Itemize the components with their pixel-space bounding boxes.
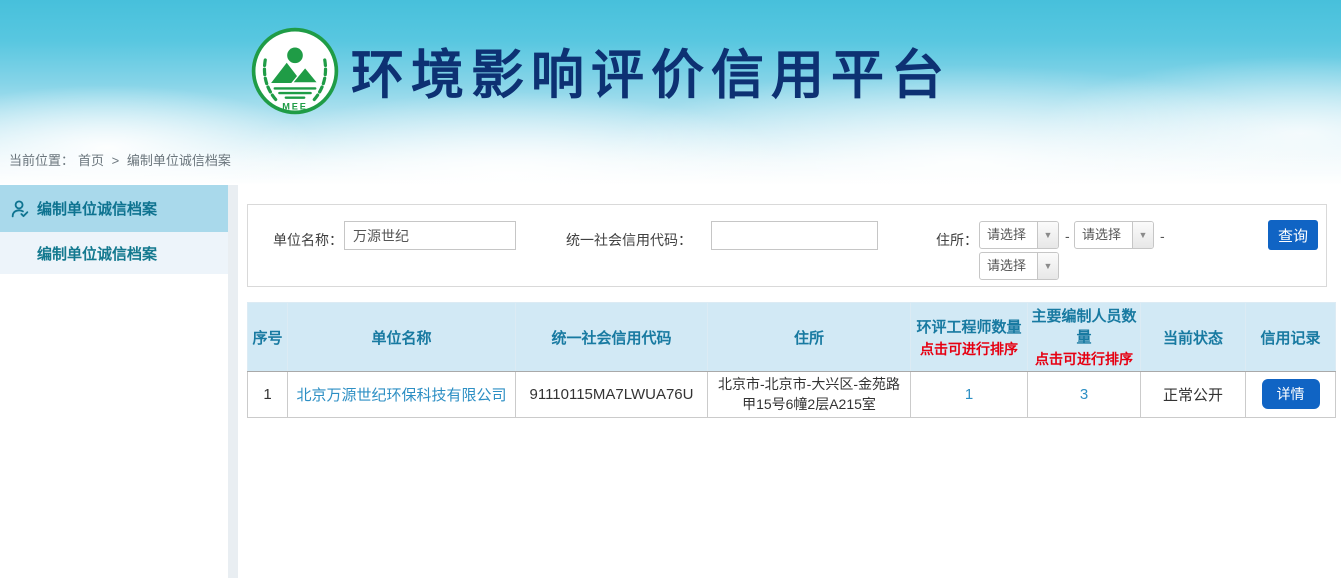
logo-text: MEE <box>282 102 307 112</box>
breadcrumb-prefix: 当前位置： <box>9 153 74 168</box>
breadcrumb-current: 编制单位诚信档案 <box>127 153 231 168</box>
company-name-link[interactable]: 北京万源世纪环保科技有限公司 <box>296 387 506 404</box>
chevron-down-icon[interactable]: ▼ <box>1132 222 1153 248</box>
sidebar-item-label: 编制单位诚信档案 <box>37 198 157 219</box>
col-header-address: 住所 <box>708 303 911 372</box>
chevron-down-icon[interactable]: ▼ <box>1037 222 1058 248</box>
col-header-staff-count[interactable]: 主要编制人员数量 点击可进行排序 <box>1028 303 1141 372</box>
mee-logo: MEE <box>249 25 341 117</box>
city-select-value: 请选择 <box>1075 222 1132 248</box>
search-panel: 单位名称： 统一社会信用代码： 住所： 请选择 ▼ - 请选择 ▼ - 请选择 … <box>247 204 1327 287</box>
sidebar-item-credit-archive[interactable]: 编制单位诚信档案 <box>0 185 228 232</box>
row-index: 1 <box>248 372 288 418</box>
district-select-value: 请选择 <box>980 253 1037 279</box>
breadcrumb: 当前位置： 首页 > 编制单位诚信档案 <box>9 150 235 169</box>
chevron-down-icon[interactable]: ▼ <box>1037 253 1058 279</box>
sun-icon <box>287 48 303 64</box>
breadcrumb-separator: > <box>112 153 120 168</box>
province-select-value: 请选择 <box>980 222 1037 248</box>
sidebar-subitem-credit-archive[interactable]: 编制单位诚信档案 <box>0 232 228 274</box>
detail-button[interactable]: 详情 <box>1262 379 1320 409</box>
user-check-icon <box>9 198 31 220</box>
results-table: 序号 单位名称 统一社会信用代码 住所 环评工程师数量 点击可进行排序 主要编制… <box>247 302 1336 418</box>
credit-code-value: 91110115MA7LWUA76U <box>516 372 708 418</box>
credit-code-input[interactable] <box>711 221 878 250</box>
col-header-status: 当前状态 <box>1141 303 1246 372</box>
table-header-row: 序号 单位名称 统一社会信用代码 住所 环评工程师数量 点击可进行排序 主要编制… <box>248 303 1336 372</box>
col-header-code: 统一社会信用代码 <box>516 303 708 372</box>
credit-code-label: 统一社会信用代码： <box>566 230 692 250</box>
header-banner: MEE 环境影响评价信用平台 当前位置： 首页 > 编制单位诚信档案 <box>0 0 1341 185</box>
status-value: 正常公开 <box>1141 372 1246 418</box>
address-label: 住所： <box>936 230 978 250</box>
address-dash: - <box>1065 228 1070 244</box>
col-header-credit-record: 信用记录 <box>1246 303 1336 372</box>
address-value: 北京市-北京市-大兴区-金苑路甲15号6幢2层A215室 <box>708 372 911 418</box>
sidebar-divider <box>228 185 238 578</box>
sidebar: 编制单位诚信档案 编制单位诚信档案 <box>0 185 228 274</box>
company-name-input[interactable] <box>344 221 516 250</box>
staff-count-link[interactable]: 3 <box>1080 386 1088 403</box>
col-header-label: 主要编制人员数量 <box>1030 305 1138 347</box>
breadcrumb-home-link[interactable]: 首页 <box>78 153 104 168</box>
city-select[interactable]: 请选择 ▼ <box>1074 221 1154 249</box>
col-header-company: 单位名称 <box>288 303 516 372</box>
sort-hint[interactable]: 点击可进行排序 <box>1030 349 1138 369</box>
engineer-count-link[interactable]: 1 <box>965 386 973 403</box>
sort-hint[interactable]: 点击可进行排序 <box>913 339 1025 359</box>
col-header-index: 序号 <box>248 303 288 372</box>
address-dash: - <box>1160 228 1165 244</box>
query-button[interactable]: 查询 <box>1268 220 1318 250</box>
sidebar-subitem-label: 编制单位诚信档案 <box>37 243 157 264</box>
province-select[interactable]: 请选择 ▼ <box>979 221 1059 249</box>
col-header-label: 环评工程师数量 <box>913 316 1025 337</box>
col-header-engineer-count[interactable]: 环评工程师数量 点击可进行排序 <box>911 303 1028 372</box>
district-select[interactable]: 请选择 ▼ <box>979 252 1059 280</box>
page-title: 环境影响评价信用平台 <box>351 33 951 109</box>
table-row: 1 北京万源世纪环保科技有限公司 91110115MA7LWUA76U 北京市-… <box>248 372 1336 418</box>
company-name-label: 单位名称： <box>273 230 343 250</box>
